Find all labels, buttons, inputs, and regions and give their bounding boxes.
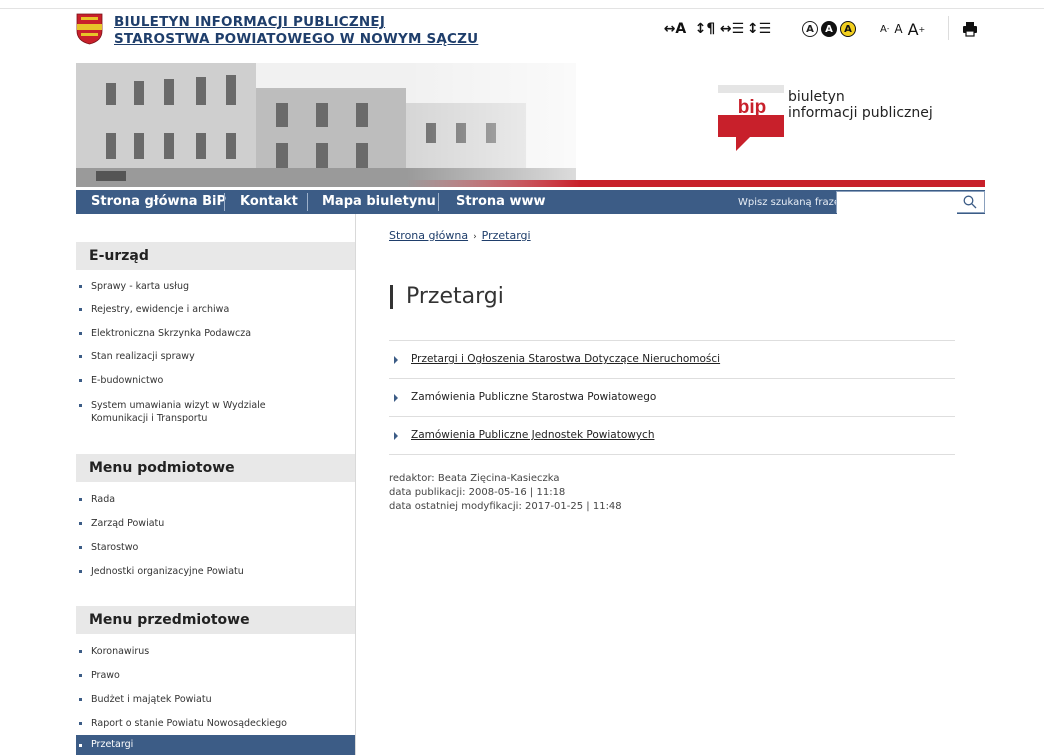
meta-published: data publikacji: 2008-05-16 | 11:18 [389, 487, 566, 498]
bip-line2: informacji publicznej [788, 105, 933, 121]
contrast-switcher: A A A [802, 18, 859, 40]
nav-divider [307, 193, 308, 211]
site-title-line1[interactable]: BIULETYN INFORMACJI PUBLICZNEJ [114, 14, 478, 31]
toolbar-divider [948, 16, 949, 40]
accessibility-toolbar: ↔A ↕¶ ↔☰ ↕☰ [662, 18, 771, 40]
search-label: Wpisz szukaną frazę [738, 197, 840, 208]
sidebar-heading-przedmiotowe: Menu przedmiotowe [76, 606, 355, 634]
list-item[interactable]: Zamówienia Publiczne Jednostek Powiatowy… [389, 417, 955, 455]
font-normal-button[interactable]: A [894, 19, 902, 39]
font-large-label: A [907, 19, 919, 39]
contrast-dark-button[interactable]: A [821, 21, 837, 37]
nav-divider [224, 193, 225, 211]
breadcrumb-separator: › [473, 232, 477, 242]
list-item[interactable]: Przetargi i Ogłoszenia Starostwa Dotyczą… [389, 341, 955, 379]
breadcrumb-home[interactable]: Strona główna [389, 229, 468, 242]
sidebar-item-rada[interactable]: Rada [76, 493, 355, 506]
sidebar-heading-podmiotowe: Menu podmiotowe [76, 454, 355, 482]
font-small-sup: - [886, 25, 890, 33]
search-icon[interactable] [963, 195, 977, 209]
page-metadata: redaktor: Beata Zięcina-Kasieczka data p… [389, 472, 622, 514]
paragraph-spacing-button[interactable]: ↕¶ [694, 19, 716, 39]
site-title[interactable]: BIULETYN INFORMACJI PUBLICZNEJ STAROSTWA… [114, 14, 478, 48]
font-small-button[interactable]: A- [880, 19, 889, 39]
main-nav: Strona główna BiP Kontakt Mapa biuletynu… [76, 190, 985, 214]
sidebar: E-urząd Sprawy - karta usług Rejestry, e… [76, 214, 356, 755]
breadcrumb-current[interactable]: Przetargi [482, 229, 531, 242]
search-box [836, 191, 985, 214]
meta-modified: data ostatniej modyfikacji: 2017-01-25 |… [389, 501, 622, 512]
coat-of-arms-logo[interactable] [76, 13, 103, 45]
sidebar-item-stan-sprawy[interactable]: Stan realizacji sprawy [76, 350, 355, 363]
font-large-button[interactable]: A + [908, 19, 926, 39]
font-small-label: A [880, 23, 887, 35]
sidebar-item-jednostki[interactable]: Jednostki organizacyjne Powiatu [76, 565, 355, 578]
list-item-label[interactable]: Zamówienia Publiczne Jednostek Powiatowy… [411, 429, 654, 441]
nav-home-bip[interactable]: Strona główna BiP [91, 190, 226, 214]
sidebar-item-sprawy[interactable]: Sprawy - karta usług [76, 280, 355, 293]
article-list: Przetargi i Ogłoszenia Starostwa Dotyczą… [389, 340, 955, 455]
nav-website[interactable]: Strona www [456, 190, 546, 214]
nav-divider [438, 193, 439, 211]
bip-logo[interactable]: bip [718, 85, 784, 163]
bip-wordmark: biuletyn informacji publicznej [788, 89, 933, 121]
sidebar-item-raport[interactable]: Raport o stanie Powiatu Nowosądeckiego [76, 717, 355, 730]
sidebar-item-budzet[interactable]: Budżet i majątek Powiatu [76, 693, 355, 706]
arrow-right-icon [394, 394, 398, 402]
contrast-default-button[interactable]: A [802, 21, 818, 37]
sidebar-item-esp[interactable]: Elektroniczna Skrzynka Podawcza [76, 327, 355, 340]
sidebar-item-zarzad[interactable]: Zarząd Powiatu [76, 517, 355, 530]
bip-line1: biuletyn [788, 89, 845, 105]
page-title: Przetargi [390, 284, 504, 309]
banner-red-stripe [406, 180, 985, 187]
letter-spacing-button[interactable]: ↔☰ [720, 19, 744, 39]
site-title-line2[interactable]: STAROSTWA POWIATOWEGO W NOWYM SĄCZU [114, 31, 478, 48]
list-item[interactable]: Zamówienia Publiczne Starostwa Powiatowe… [389, 379, 955, 417]
nav-contact[interactable]: Kontakt [240, 190, 298, 214]
text-spacing-button[interactable]: ↔A [662, 19, 688, 39]
list-item-label[interactable]: Zamówienia Publiczne Starostwa Powiatowe… [411, 391, 656, 403]
contrast-yellow-button[interactable]: A [840, 21, 856, 37]
meta-editor: redaktor: Beata Zięcina-Kasieczka [389, 473, 560, 484]
sidebar-item-e-budownictwo[interactable]: E-budownictwo [76, 374, 355, 387]
print-icon[interactable] [962, 21, 978, 37]
sidebar-item-umawianie-wizyt[interactable]: System umawiania wizyt w Wydziale Komuni… [76, 399, 316, 425]
banner-fade [406, 63, 666, 187]
sidebar-item-przetargi[interactable]: Przetargi [76, 735, 355, 755]
list-item-label[interactable]: Przetargi i Ogłoszenia Starostwa Dotyczą… [411, 353, 720, 365]
nav-sitemap[interactable]: Mapa biuletynu [322, 190, 436, 214]
sidebar-item-starostwo[interactable]: Starostwo [76, 541, 355, 554]
line-height-button[interactable]: ↕☰ [747, 19, 771, 39]
sidebar-item-prawo[interactable]: Prawo [76, 669, 355, 682]
font-large-sup: + [918, 24, 926, 34]
sidebar-item-koronawirus[interactable]: Koronawirus [76, 645, 355, 658]
font-size-switcher: A- A A + [880, 18, 925, 40]
arrow-right-icon [394, 356, 398, 364]
header-banner: bip biuletyn informacji publicznej [76, 63, 985, 187]
breadcrumb: Strona główna › Przetargi [389, 229, 531, 242]
search-input[interactable] [837, 193, 957, 214]
bip-logo-text: bip [738, 97, 767, 118]
arrow-right-icon [394, 432, 398, 440]
sidebar-item-rejestry[interactable]: Rejestry, ewidencje i archiwa [76, 303, 355, 316]
top-divider [0, 8, 1044, 9]
sidebar-heading-e-urzad: E-urząd [76, 242, 355, 270]
